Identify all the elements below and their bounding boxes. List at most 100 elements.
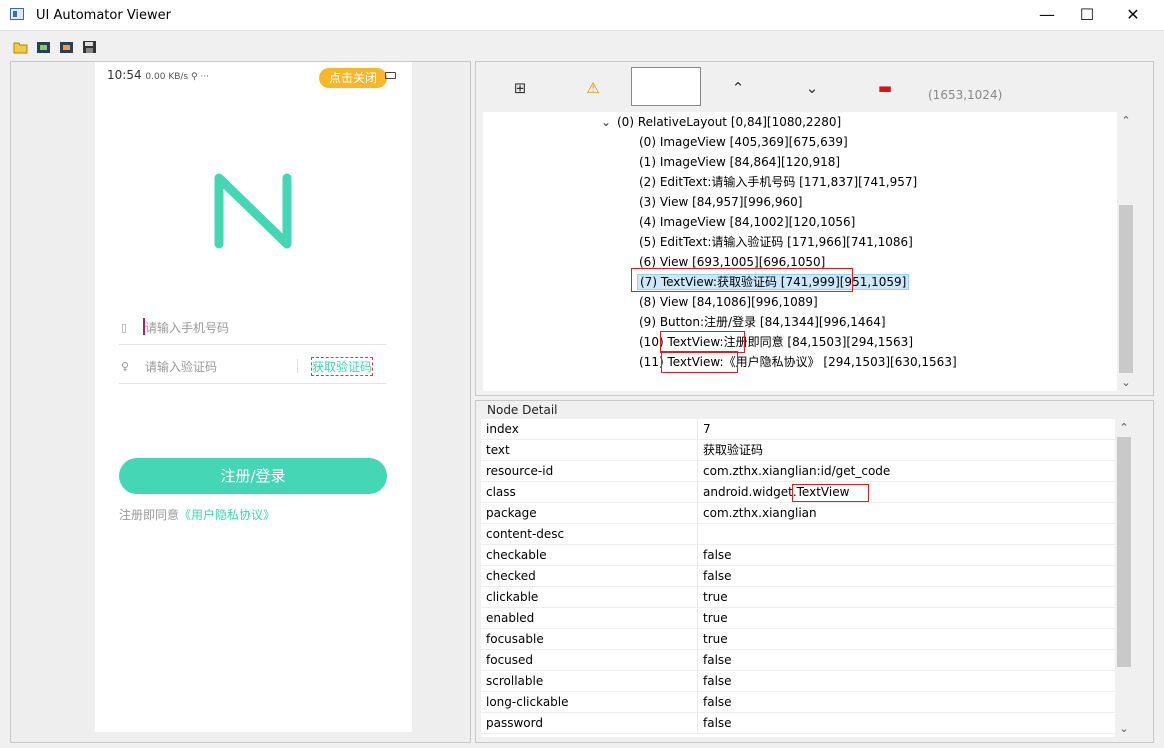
tree-root[interactable]: ⌄ (0) RelativeLayout [0,84][1080,2280] bbox=[601, 112, 841, 132]
tree-node[interactable]: (5) EditText:请输入验证码 [171,966][741,1086] bbox=[639, 232, 913, 252]
table-row[interactable]: enabled true bbox=[481, 608, 1133, 629]
search-box[interactable] bbox=[631, 67, 701, 106]
expand-all-icon[interactable]: ⊞ bbox=[506, 76, 534, 100]
node-detail-panel: Node Detail index 7 text 获取验证码 resource-id… bbox=[475, 400, 1154, 743]
table-row[interactable]: long-clickable false bbox=[481, 692, 1133, 713]
close-pill[interactable]: 点击关闭 bbox=[319, 68, 387, 88]
scroll-thumb[interactable] bbox=[1119, 205, 1133, 373]
toolbar bbox=[0, 36, 1164, 58]
table-row[interactable]: resource-id com.zthx.xianglian:id/get_cod… bbox=[481, 461, 1133, 482]
up-arrow-icon[interactable]: ⌃ bbox=[724, 76, 752, 100]
app-logo bbox=[214, 173, 292, 249]
property-value: false bbox=[703, 695, 732, 709]
annotation-box bbox=[631, 268, 853, 292]
status-bar: 10:54 0.00 KB/s ⚲ ··· bbox=[107, 68, 209, 82]
table-row[interactable]: focused false bbox=[481, 650, 1133, 671]
property-value: false bbox=[703, 653, 732, 667]
detail-scrollbar[interactable]: ⌃ ⌄ bbox=[1115, 419, 1133, 737]
property-key: text bbox=[486, 443, 510, 457]
key-icon: ♀ bbox=[121, 360, 130, 373]
code-input[interactable]: 请输入验证码 bbox=[145, 358, 217, 375]
app-icon bbox=[10, 8, 24, 20]
property-key: content-desc bbox=[486, 527, 565, 541]
property-value: false bbox=[703, 569, 732, 583]
code-field[interactable]: ♀ 请输入验证码 获取验证码 bbox=[119, 346, 387, 384]
table-row[interactable]: package com.zthx.xianglian bbox=[481, 503, 1133, 524]
property-value: false bbox=[703, 716, 732, 730]
close-button[interactable]: ✕ bbox=[1110, 0, 1156, 31]
down-arrow-icon[interactable]: ⌄ bbox=[798, 76, 826, 100]
register-button[interactable]: 注册/登录 bbox=[119, 458, 387, 494]
annotation-box bbox=[661, 351, 738, 373]
scroll-down-icon[interactable]: ⌄ bbox=[1117, 376, 1135, 389]
save-icon[interactable] bbox=[82, 40, 97, 54]
table-row[interactable]: checkable false bbox=[481, 545, 1133, 566]
phone-input[interactable]: 请输入手机号码 bbox=[145, 319, 229, 336]
screenshot-panel: 10:54 0.00 KB/s ⚲ ··· 点击关闭 ▯ 请输入手机号码 ♀ 请… bbox=[10, 61, 471, 743]
property-value: true bbox=[703, 590, 728, 604]
phone-icon: ▯ bbox=[121, 321, 128, 334]
tree-node[interactable]: (2) EditText:请输入手机号码 [171,837][741,957] bbox=[639, 172, 917, 192]
scroll-down-icon[interactable]: ⌄ bbox=[1115, 722, 1133, 735]
table-row[interactable]: password false bbox=[481, 713, 1133, 734]
table-row[interactable]: focusable true bbox=[481, 629, 1133, 650]
field-divider bbox=[297, 359, 298, 373]
privacy-link[interactable]: 《用户隐私协议》 bbox=[179, 508, 275, 522]
table-row[interactable]: checked false bbox=[481, 566, 1133, 587]
title-bar: UI Automator Viewer — ☐ ✕ bbox=[0, 0, 1164, 31]
warning-icon[interactable]: ⚠ bbox=[579, 76, 607, 100]
property-key: index bbox=[486, 422, 519, 436]
window-title: UI Automator Viewer bbox=[36, 8, 172, 23]
scroll-up-icon[interactable]: ⌃ bbox=[1115, 421, 1133, 434]
table-row[interactable]: scrollable false bbox=[481, 671, 1133, 692]
tree-node[interactable]: (0) ImageView [405,369][675,639] bbox=[639, 132, 848, 152]
table-row[interactable]: clickable true bbox=[481, 587, 1133, 608]
property-value: false bbox=[703, 674, 732, 688]
open-folder-icon[interactable] bbox=[13, 40, 28, 54]
table-row[interactable]: text 获取验证码 bbox=[481, 440, 1133, 461]
screenshot-icon[interactable] bbox=[36, 40, 51, 54]
tree-node[interactable]: (4) ImageView [84,1002][120,1056] bbox=[639, 212, 855, 232]
tree-scrollbar[interactable]: ⌃ ⌄ bbox=[1117, 112, 1135, 391]
property-key: long-clickable bbox=[486, 695, 569, 709]
property-value: 7 bbox=[703, 422, 711, 436]
property-key: checkable bbox=[486, 548, 547, 562]
scroll-up-icon[interactable]: ⌃ bbox=[1117, 114, 1135, 127]
agreement-text: 注册即同意《用户隐私协议》 bbox=[119, 506, 275, 523]
property-key: checked bbox=[486, 569, 536, 583]
table-row[interactable]: index 7 bbox=[481, 419, 1133, 440]
toggle-naf-icon[interactable]: ▬ bbox=[871, 76, 899, 100]
property-value: com.zthx.xianglian:id/get_code bbox=[703, 464, 891, 478]
status-extra: 0.00 KB/s ⚲ ··· bbox=[145, 72, 210, 82]
tree-root-label: (0) RelativeLayout [0,84][1080,2280] bbox=[617, 115, 842, 129]
property-key: enabled bbox=[486, 611, 535, 625]
status-time: 10:54 bbox=[107, 68, 142, 82]
screenshot-compressed-icon[interactable] bbox=[59, 40, 74, 54]
scroll-thumb[interactable] bbox=[1117, 437, 1131, 667]
property-value: true bbox=[703, 611, 728, 625]
node-detail-table[interactable]: index 7 text 获取验证码 resource-id com.zthx.xia… bbox=[481, 419, 1133, 737]
property-key: password bbox=[486, 716, 543, 730]
tree-node[interactable]: (3) View [84,957][996,960] bbox=[639, 192, 802, 212]
battery-icon bbox=[385, 72, 396, 79]
property-key: scrollable bbox=[486, 674, 544, 688]
phone-field[interactable]: ▯ 请输入手机号码 bbox=[119, 307, 387, 345]
annotation-box bbox=[792, 484, 869, 502]
table-row[interactable]: content-desc bbox=[481, 524, 1133, 545]
get-code-button[interactable]: 获取验证码 bbox=[310, 357, 374, 376]
chevron-down-icon[interactable]: ⌄ bbox=[601, 112, 617, 132]
hierarchy-tree[interactable]: ⌄ (0) RelativeLayout [0,84][1080,2280] (0… bbox=[483, 112, 1135, 391]
annotation-box bbox=[660, 331, 745, 353]
tree-node[interactable]: (1) ImageView [84,864][120,918] bbox=[639, 152, 840, 172]
maximize-button[interactable]: ☐ bbox=[1064, 0, 1110, 31]
node-detail-title: Node Detail bbox=[487, 403, 558, 417]
property-key: focused bbox=[486, 653, 534, 667]
hierarchy-panel: ⊞ ⚠ ⌃ ⌄ ▬ (1653,1024) ⌄ (0) RelativeLayou… bbox=[475, 61, 1154, 396]
cursor-coordinates: (1653,1024) bbox=[928, 88, 1003, 102]
property-key: focusable bbox=[486, 632, 544, 646]
device-screenshot[interactable]: 10:54 0.00 KB/s ⚲ ··· 点击关闭 ▯ 请输入手机号码 ♀ 请… bbox=[95, 62, 412, 732]
property-value: true bbox=[703, 632, 728, 646]
tree-node[interactable]: (8) View [84,1086][996,1089] bbox=[639, 292, 818, 312]
property-key: clickable bbox=[486, 590, 539, 604]
tree-node[interactable]: (9) Button:注册/登录 [84,1344][996,1464] bbox=[639, 312, 886, 332]
